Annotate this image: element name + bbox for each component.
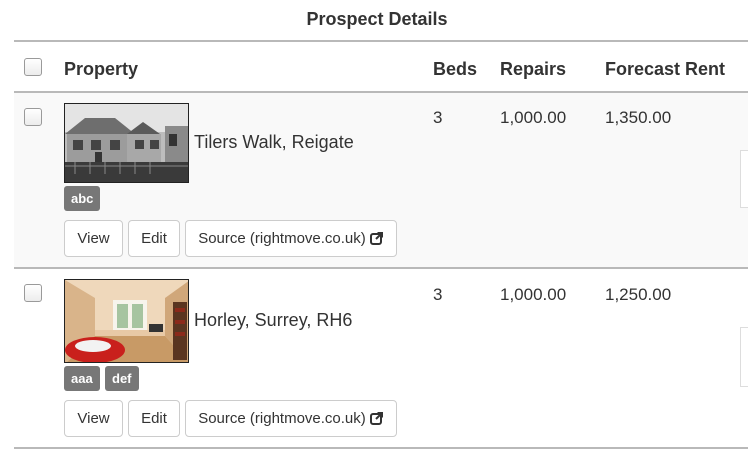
source-button[interactable]: Source (rightmove.co.uk) (185, 400, 397, 437)
tag-badge[interactable]: abc (64, 186, 101, 211)
external-link-icon (369, 223, 384, 258)
beds-value: 3 (433, 108, 443, 127)
table-header: Property Beds Repairs Forecast Rent (14, 42, 748, 91)
property-thumbnail[interactable] (64, 103, 189, 183)
edit-button[interactable]: Edit (128, 400, 180, 437)
view-button[interactable]: View (64, 400, 123, 437)
table-row: Horley, Surrey, RH6 aaa def 3 1,000.00 1… (14, 269, 748, 447)
row-side-panel (740, 327, 748, 387)
header-beds[interactable]: Beds (433, 59, 477, 80)
tag-badge[interactable]: aaa (64, 366, 100, 391)
property-address[interactable]: Horley, Surrey, RH6 (194, 310, 352, 331)
living-room-photo (65, 280, 188, 362)
repairs-value: 1,000.00 (500, 285, 567, 304)
row-checkbox[interactable] (24, 108, 42, 126)
source-button[interactable]: Source (rightmove.co.uk) (185, 220, 397, 257)
beds-value: 3 (433, 285, 443, 304)
source-button-label: Source (rightmove.co.uk) (198, 410, 366, 427)
external-link-icon (369, 403, 384, 438)
row-side-panel (740, 150, 748, 208)
header-property[interactable]: Property (64, 59, 138, 80)
view-button[interactable]: View (64, 220, 123, 257)
edit-button[interactable]: Edit (128, 220, 180, 257)
row-checkbox[interactable] (24, 284, 42, 302)
header-forecast-rent[interactable]: Forecast Rent (605, 59, 725, 80)
page-title: Prospect Details (306, 9, 448, 29)
select-all-checkbox[interactable] (24, 58, 42, 76)
source-button-label: Source (rightmove.co.uk) (198, 230, 366, 247)
table-row: Tilers Walk, Reigate abc 3 1,000.00 1,35… (14, 93, 748, 267)
property-thumbnail[interactable] (64, 279, 189, 363)
header-repairs[interactable]: Repairs (500, 59, 566, 80)
row-divider (14, 447, 748, 449)
property-address[interactable]: Tilers Walk, Reigate (194, 132, 354, 153)
forecast-rent-value: 1,250.00 (605, 285, 672, 304)
forecast-rent-value: 1,350.00 (605, 108, 672, 127)
tag-badge[interactable]: def (105, 366, 139, 391)
terraced-houses-photo (65, 104, 188, 182)
repairs-value: 1,000.00 (500, 108, 567, 127)
